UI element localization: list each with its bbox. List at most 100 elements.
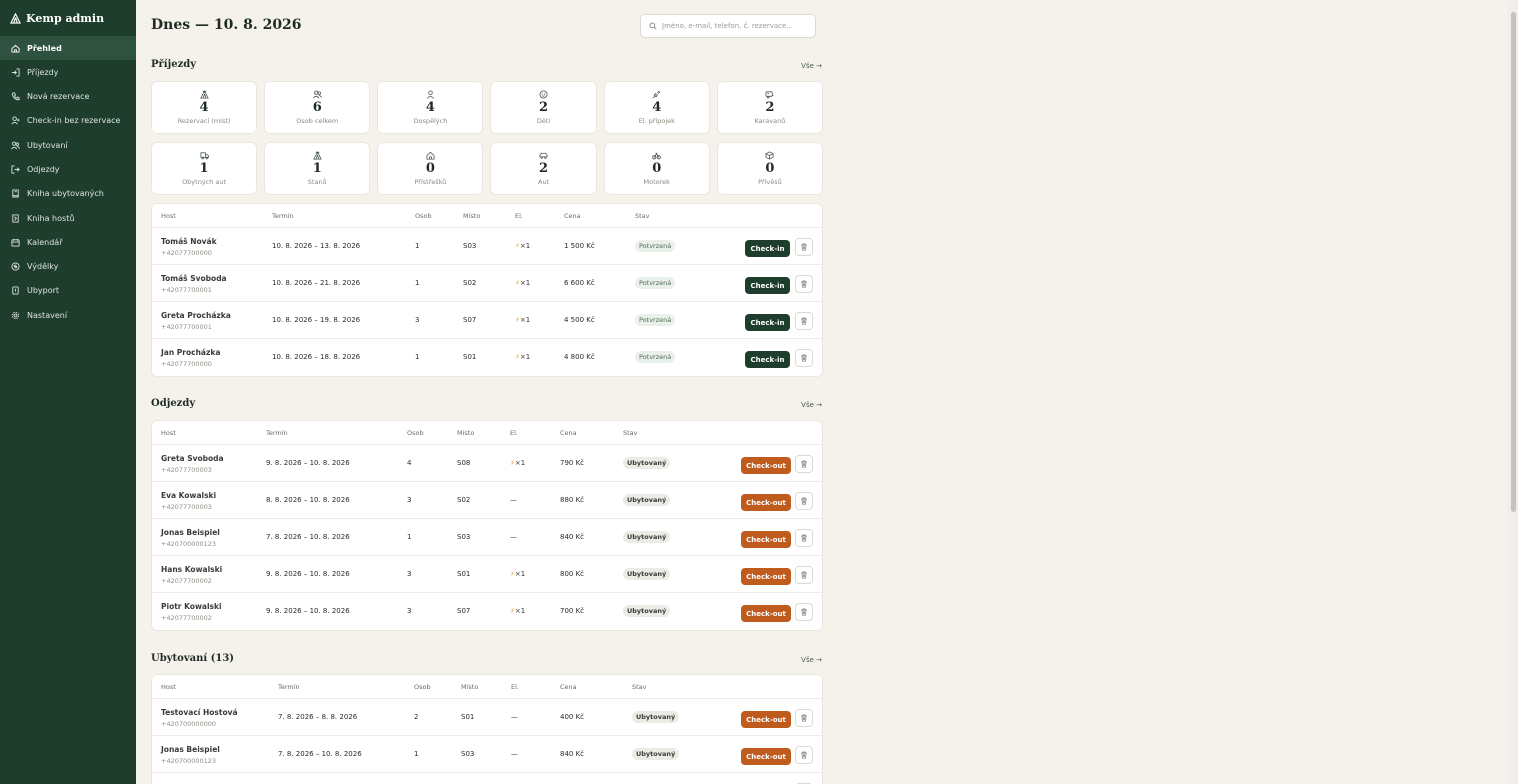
check-out-button[interactable]: Check-out [741, 711, 791, 728]
check-out-button[interactable]: Check-out [741, 531, 791, 548]
check-out-button[interactable]: Check-out [741, 605, 791, 622]
departures-see-all-link[interactable]: Vše → [801, 401, 822, 409]
term: 7. 8. 2026 – 8. 8. 2026 [278, 713, 358, 721]
staying-see-all-link[interactable]: Vše → [801, 656, 822, 664]
host-name[interactable]: Jan Procházka [161, 348, 220, 357]
sidebar-item-odjezdy[interactable]: Odjezdy [0, 157, 136, 181]
host-name[interactable]: Tomáš Svoboda [161, 274, 227, 283]
gear-icon [11, 311, 20, 319]
table-header: Host Termín Osob Místo El. Cena Stav [152, 675, 822, 699]
sidebar-item-kniha-hostu[interactable]: Kniha hostů [0, 206, 136, 230]
sidebar-item-nova-rezervace[interactable]: Nová rezervace [0, 85, 136, 109]
trash-icon [801, 243, 807, 251]
sidebar-item-nastaveni[interactable]: Nastavení [0, 303, 136, 327]
column-header: Stav [623, 429, 638, 437]
stat-value: 4 [199, 100, 209, 115]
electric-count: — [511, 713, 518, 721]
delete-button[interactable] [795, 746, 813, 764]
place: S02 [463, 279, 477, 287]
app-title: Kemp admin [26, 11, 105, 25]
sidebar-item-ubyport[interactable]: Ubyport [0, 279, 136, 303]
check-in-button[interactable]: Check-in [745, 351, 790, 368]
host-name[interactable]: Tomáš Novák [161, 237, 217, 246]
place: S03 [461, 750, 475, 758]
sidebar-item-check-in-bez-rezervace[interactable]: Check-in bez rezervace [0, 109, 136, 133]
delete-button[interactable] [795, 566, 813, 584]
delete-button[interactable] [795, 312, 813, 330]
delete-button[interactable] [795, 529, 813, 547]
status-badge: Ubytovaný [623, 568, 671, 580]
table-row: Eva Kowalski +42077700003 8. 8. 2026 – 1… [152, 482, 822, 519]
persons: 3 [407, 607, 412, 615]
status-badge: Ubytovaný [632, 711, 680, 723]
home-icon [11, 44, 20, 53]
stat-shelters: 0 Přístřešků [377, 142, 484, 195]
host-phone: +42077700001 [161, 286, 212, 294]
electric-count: — [510, 496, 517, 504]
price: 4 500 Kč [564, 316, 595, 324]
host-name[interactable]: Greta Procházka [161, 311, 231, 320]
column-header: Stav [635, 212, 650, 220]
place: S07 [457, 607, 471, 615]
electric-count: ×1 [514, 459, 526, 467]
host-name[interactable]: Eva Kowalski [161, 491, 216, 500]
status-badge: Ubytovaný [632, 748, 680, 760]
delete-button[interactable] [795, 275, 813, 293]
check-out-button[interactable]: Check-out [741, 568, 791, 585]
host-name[interactable]: Greta Svoboda [161, 454, 224, 463]
delete-button[interactable] [795, 709, 813, 727]
sidebar-item-vydelky[interactable]: Výdělky [0, 255, 136, 279]
sidebar-item-label: Odjezdy [27, 164, 60, 174]
sidebar-item-label: Ubytovaní [27, 140, 68, 150]
check-in-button[interactable]: Check-in [745, 277, 790, 294]
delete-button[interactable] [795, 349, 813, 367]
sidebar-item-kniha-ubytovanych[interactable]: Kniha ubytovaných [0, 182, 136, 206]
column-header: Termín [272, 212, 294, 220]
delete-button[interactable] [795, 603, 813, 621]
check-in-button[interactable]: Check-in [745, 240, 790, 257]
host-name[interactable]: Jonas Beispiel [161, 745, 220, 754]
stat-value: 4 [425, 100, 435, 115]
host-name[interactable]: Jonas Beispiel [161, 528, 220, 537]
check-in-button[interactable]: Check-in [745, 314, 790, 331]
search-box[interactable] [640, 14, 816, 38]
trash-icon [801, 497, 807, 505]
column-header: Termín [266, 429, 288, 437]
sidebar-item-ubytovani[interactable]: Ubytovaní [0, 133, 136, 157]
delete-button[interactable] [795, 492, 813, 510]
electric: ⚡×1 [515, 353, 530, 361]
term: 10. 8. 2026 – 18. 8. 2026 [272, 353, 361, 361]
sidebar-item-prijezdy[interactable]: Příjezdy [0, 60, 136, 84]
sidebar-item-kalendar[interactable]: Kalendář [0, 230, 136, 254]
arrivals-table: Host Termín Osob Místo El. Cena Stav Tom… [151, 203, 823, 377]
table-row: Testovací Hostová +420700000000 7. 8. 20… [152, 699, 822, 736]
trash-icon [801, 534, 807, 542]
delete-button[interactable] [795, 455, 813, 473]
electric: ⚡×1 [515, 316, 530, 324]
scrollbar-thumb[interactable] [1511, 12, 1516, 512]
table-row: Jonas Beispiel +420700000123 7. 8. 2026 … [152, 519, 822, 556]
place: S02 [457, 496, 471, 504]
term: 9. 8. 2026 – 10. 8. 2026 [266, 459, 350, 467]
persons: 1 [415, 242, 420, 250]
host-name[interactable]: Testovací Hostová [161, 708, 238, 717]
check-out-button[interactable]: Check-out [741, 748, 791, 765]
electric-count: ×1 [514, 607, 526, 615]
check-out-button[interactable]: Check-out [741, 457, 791, 474]
stat-reservations: 4 Rezervací (míst) [151, 81, 258, 134]
stat-label: Aut [538, 178, 550, 186]
term: 8. 8. 2026 – 10. 8. 2026 [266, 496, 350, 504]
delete-button[interactable] [795, 238, 813, 256]
host-name[interactable]: Piotr Kowalski [161, 602, 222, 611]
arrivals-see-all-link[interactable]: Vše → [801, 62, 822, 70]
column-header: Host [161, 212, 176, 220]
stat-adults: 4 Dospělých [377, 81, 484, 134]
price: 840 Kč [560, 533, 585, 541]
search-input[interactable] [662, 22, 812, 30]
check-out-button[interactable]: Check-out [741, 494, 791, 511]
term: 7. 8. 2026 – 10. 8. 2026 [278, 750, 362, 758]
sidebar-item-prehled[interactable]: Přehled [0, 36, 136, 60]
host-name[interactable]: Hans Kowalski [161, 565, 222, 574]
brand[interactable]: Kemp admin [0, 0, 136, 36]
persons: 1 [415, 279, 420, 287]
